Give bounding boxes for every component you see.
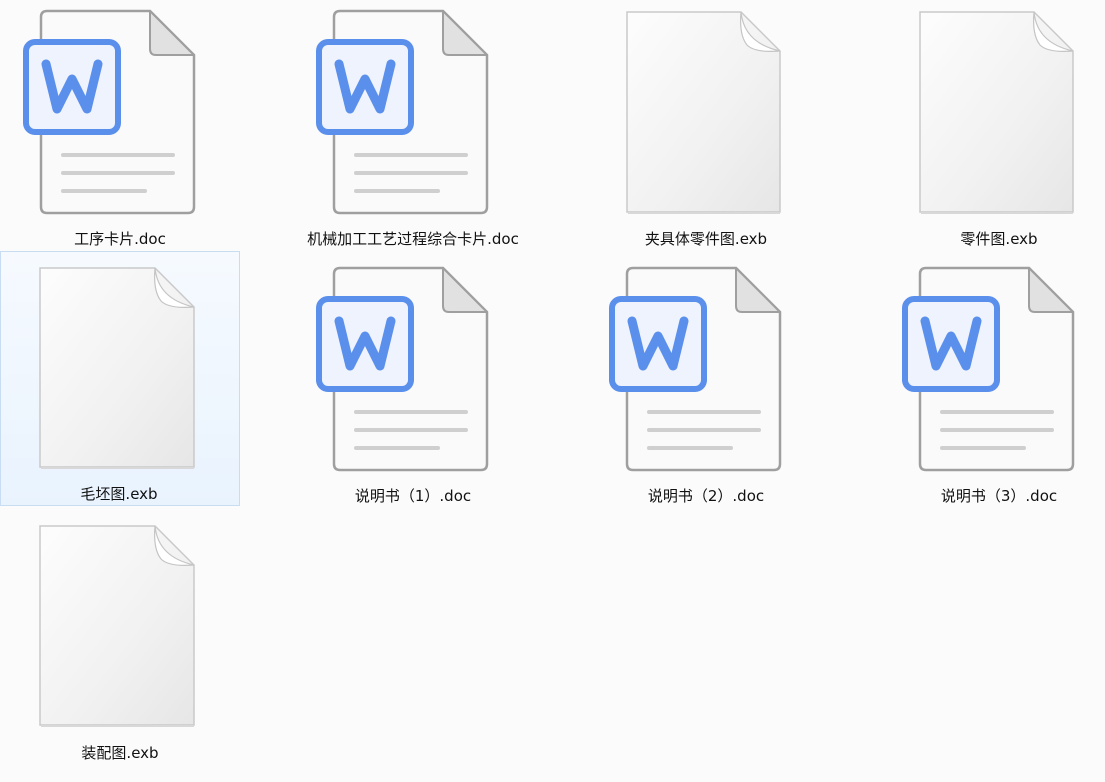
file-name: 毛坯图.exb	[80, 485, 158, 503]
word-doc-icon	[294, 1, 532, 223]
file-name: 夹具体零件图.exb	[644, 230, 768, 248]
blank-file-icon	[1, 252, 239, 474]
blank-file-icon	[880, 1, 1105, 223]
word-doc-icon	[587, 258, 825, 480]
file-name: 装配图.exb	[81, 744, 159, 762]
file-name: 说明书（2）.doc	[647, 487, 765, 505]
file-item[interactable]: 说明书（1）.doc	[293, 257, 531, 512]
word-doc-icon	[880, 258, 1105, 480]
file-name: 说明书（1）.doc	[354, 487, 472, 505]
blank-file-icon	[1, 515, 239, 737]
file-explorer-view: 工序卡片.doc 机械加工工艺过程综合卡片.doc 夹具体零件图.exb 零件图…	[0, 0, 1105, 782]
file-item[interactable]: 零件图.exb	[879, 0, 1105, 255]
file-name: 说明书（3）.doc	[940, 487, 1058, 505]
file-item[interactable]: 说明书（2）.doc	[586, 257, 824, 512]
word-doc-icon	[1, 1, 239, 223]
blank-file-icon	[587, 1, 825, 223]
file-item[interactable]: 说明书（3）.doc	[879, 257, 1105, 512]
file-item[interactable]: 机械加工工艺过程综合卡片.doc	[293, 0, 531, 255]
file-item[interactable]: 装配图.exb	[0, 514, 238, 769]
word-doc-icon	[294, 258, 532, 480]
file-name: 机械加工工艺过程综合卡片.doc	[307, 230, 519, 248]
file-name: 零件图.exb	[960, 230, 1038, 248]
file-name: 工序卡片.doc	[74, 230, 166, 248]
file-item-selected[interactable]: 毛坯图.exb	[0, 251, 240, 506]
file-item[interactable]: 夹具体零件图.exb	[586, 0, 824, 255]
file-item[interactable]: 工序卡片.doc	[0, 0, 238, 255]
